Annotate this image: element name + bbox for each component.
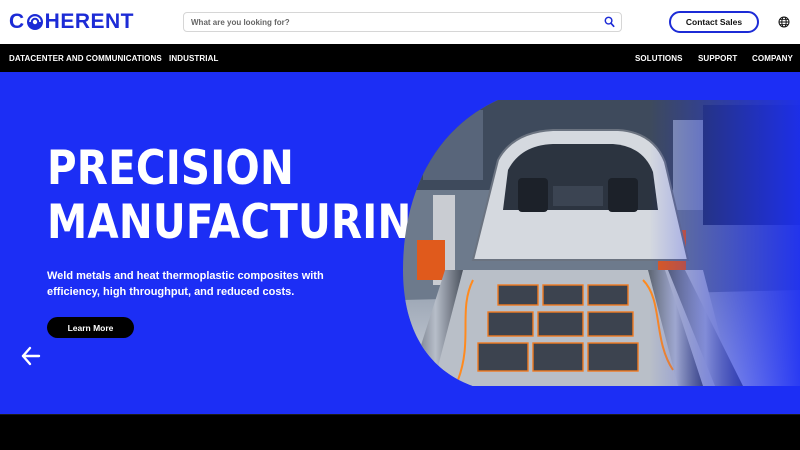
below-hero-section: [0, 414, 800, 450]
top-header: CHERENT Contact Sales: [0, 0, 800, 44]
hero-carousel: PRECISION MANUFACTURING Weld metals and …: [0, 72, 800, 414]
arrow-left-icon[interactable]: [20, 345, 42, 367]
nav-item-industrial[interactable]: INDUSTRIAL: [169, 54, 218, 63]
globe-icon[interactable]: [778, 16, 790, 28]
main-nav: DATACENTER AND COMMUNICATIONS INDUSTRIAL…: [0, 44, 800, 72]
logo-text: C HERENT: [9, 10, 135, 33]
search-box[interactable]: [183, 12, 622, 32]
hero-title: PRECISION MANUFACTURING: [47, 142, 445, 250]
nav-item-datacenter[interactable]: DATACENTER AND COMMUNICATIONS: [9, 54, 162, 63]
nav-item-company[interactable]: COMPANY: [752, 54, 793, 63]
hero-description: Weld metals and heat thermoplastic compo…: [47, 270, 324, 298]
hero-title-line-1: PRECISION: [47, 141, 294, 196]
contact-sales-button[interactable]: Contact Sales: [669, 11, 759, 33]
hero-title-line-2: MANUFACTURING: [47, 195, 445, 250]
hero-manufacturing-image: [403, 100, 800, 386]
search-input[interactable]: [191, 15, 591, 30]
nav-item-support[interactable]: SUPPORT: [698, 54, 737, 63]
nav-item-solutions[interactable]: SOLUTIONS: [635, 54, 683, 63]
coherent-logo[interactable]: C HERENT: [9, 10, 134, 34]
learn-more-button[interactable]: Learn More: [47, 317, 134, 338]
search-icon[interactable]: [604, 16, 615, 28]
logo-o-mark-icon: [26, 14, 43, 30]
